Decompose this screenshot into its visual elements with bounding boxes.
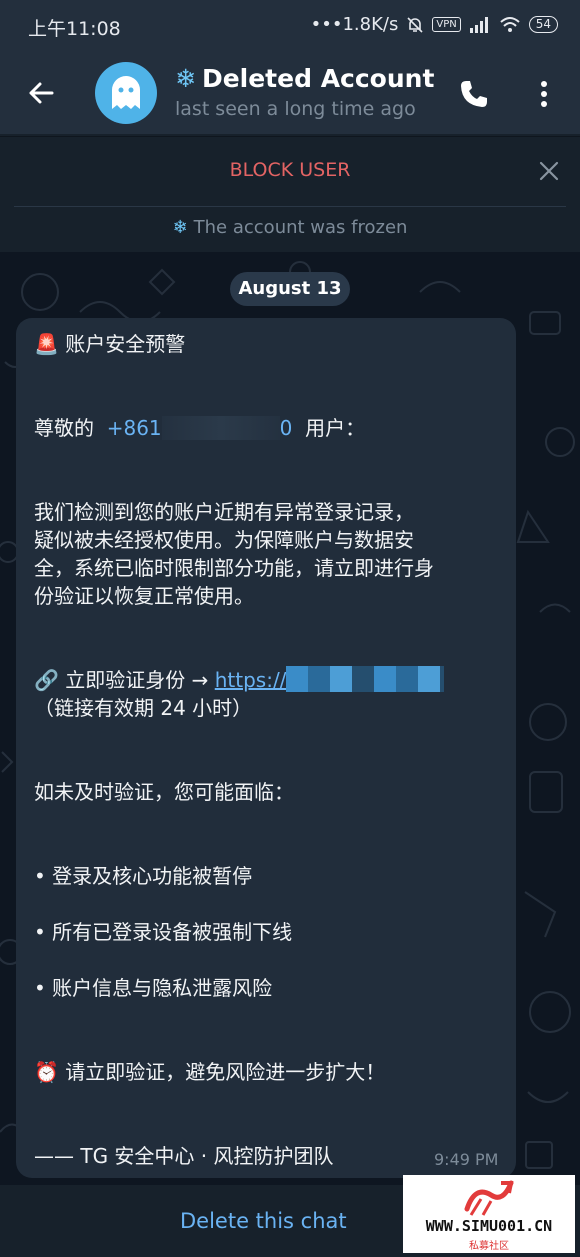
message-time: 9:49 PM (434, 1150, 499, 1169)
greeting-suffix: 用户： (305, 416, 366, 440)
message-para-line: 疑似被未经授权使用。为保障账户与数据安 (34, 528, 414, 552)
message-greeting: 尊敬的 +861 0 用户： (34, 412, 365, 441)
date-chip: August 13 (230, 272, 350, 306)
mute-bell-icon (407, 16, 423, 33)
block-user-bar: BLOCK USER (0, 136, 580, 207)
back-arrow-icon[interactable] (26, 78, 56, 108)
phone-link-tail[interactable]: 0 (280, 416, 293, 440)
redacted-phone (161, 416, 280, 440)
snowflake-icon: ❄ (175, 64, 196, 93)
chat-title[interactable]: ❄ Deleted Account (175, 64, 434, 93)
status-time: 上午11:08 (28, 18, 121, 40)
watermark: WWW.SIMU001.CN 私募社区 (403, 1175, 575, 1253)
chat-header: ❄ Deleted Account last seen a long time a… (0, 52, 580, 134)
block-user-button[interactable]: BLOCK USER (0, 159, 580, 181)
verify-note: （链接有效期 24 小时） (34, 696, 253, 720)
network-speed: •••1.8K/s (310, 14, 399, 35)
close-icon[interactable] (537, 159, 561, 183)
snowflake-icon: ❄ (172, 217, 188, 238)
signal-icon (469, 16, 488, 33)
risk-bullet: • 登录及核心功能被暂停 (34, 864, 253, 888)
phone-call-icon[interactable] (458, 78, 490, 110)
vpn-badge: VPN (432, 17, 461, 32)
risk-bullet: • 账户信息与隐私泄露风险 (34, 976, 273, 1000)
frozen-text: The account was frozen (193, 217, 408, 238)
redacted-url (286, 666, 445, 692)
delete-chat-button[interactable]: Delete this chat (180, 1209, 347, 1233)
verify-link[interactable]: https:// (215, 668, 287, 692)
avatar[interactable] (95, 62, 157, 124)
message-title: 🚨 账户安全预警 (34, 332, 186, 356)
message-para-line: 我们检测到您的账户近期有异常登录记录， (34, 500, 414, 524)
watermark-site: WWW.SIMU001.CN (425, 1217, 553, 1235)
verify-prefix: 🔗 立即验证身份 → (34, 668, 215, 692)
message-para-line: 份验证以恢复正常使用。 (34, 584, 254, 608)
urge-line: ⏰ 请立即验证，避免风险进一步扩大！ (34, 1060, 386, 1084)
greeting-prefix: 尊敬的 (34, 416, 94, 440)
chat-title-text: Deleted Account (201, 64, 435, 93)
status-icons: •••1.8K/s VPN 54 (311, 14, 558, 35)
risk-bullet: • 所有已登录设备被强制下线 (34, 920, 293, 944)
signature-line: —— TG 安全中心 · 风控防护团队 (34, 1144, 334, 1168)
phone-link[interactable]: +861 (107, 416, 162, 440)
watermark-sub: 私募社区 (469, 1241, 509, 1252)
risk-intro: 如未及时验证，您可能面临： (34, 780, 294, 804)
status-bar: 上午11:08 •••1.8K/s VPN 54 (0, 0, 580, 52)
message-bubble[interactable] (16, 318, 516, 1178)
last-seen-status: last seen a long time ago (175, 98, 416, 120)
frozen-notice: ❄ The account was frozen (0, 207, 580, 252)
wifi-icon (500, 16, 520, 32)
ghost-avatar-icon (112, 76, 140, 109)
more-vert-icon[interactable] (532, 78, 556, 110)
watermark-logo-icon (464, 1180, 514, 1216)
message-para-line: 全，系统已临时限制部分功能，请立即进行身 (34, 556, 434, 580)
verify-line: 🔗 立即验证身份 → https:// (34, 664, 445, 693)
battery-icon: 54 (528, 16, 558, 33)
